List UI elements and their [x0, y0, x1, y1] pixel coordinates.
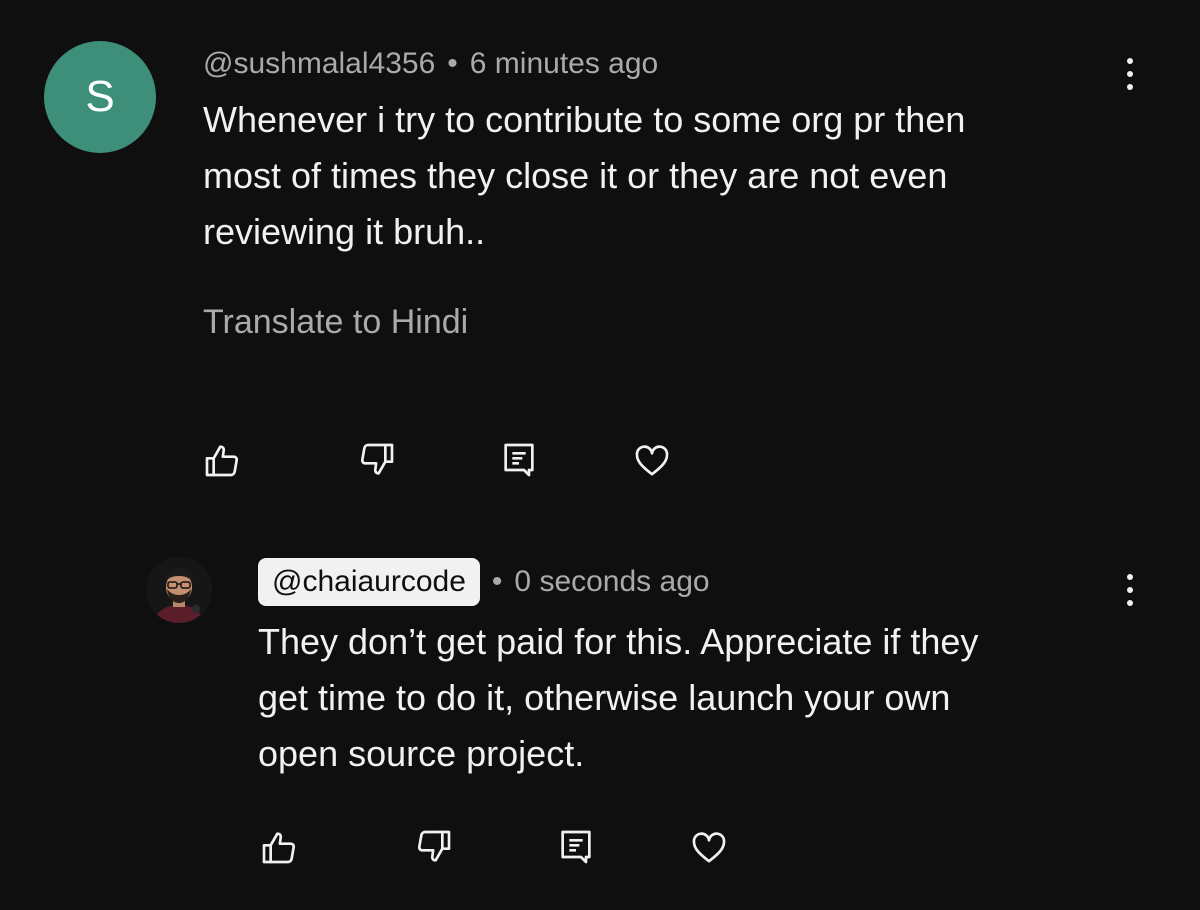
more-vert-icon[interactable] — [1120, 574, 1140, 606]
thumbs-down-icon — [417, 830, 451, 862]
like-button[interactable] — [200, 438, 244, 482]
more-vert-icon[interactable] — [1120, 58, 1140, 90]
thumbs-up-icon — [262, 832, 296, 864]
thumbs-down-icon — [360, 443, 394, 475]
comment-thread: S @sushmalal4356 • 6 minutes ago Wheneve… — [0, 0, 1200, 500]
avatar[interactable] — [146, 557, 212, 623]
translate-button[interactable]: Translate to Hindi — [203, 303, 468, 342]
reply-button[interactable] — [497, 438, 541, 482]
reply-timestamp[interactable]: 0 seconds ago — [514, 565, 709, 599]
channel-author-chip[interactable]: @chaiaurcode — [258, 558, 480, 606]
heart-icon — [635, 445, 669, 476]
comment-meta: @sushmalal4356 • 6 minutes ago — [203, 44, 658, 84]
comment-author[interactable]: @sushmalal4356 — [203, 47, 435, 81]
reply-text: They don’t get paid for this. Appreciate… — [258, 621, 979, 774]
reply-comment-icon — [561, 830, 591, 864]
reply-meta: @chaiaurcode • 0 seconds ago — [258, 558, 710, 606]
dislike-button[interactable] — [412, 825, 456, 869]
comment-actions — [200, 438, 700, 482]
reply-actions — [257, 825, 757, 869]
reply-button[interactable] — [554, 825, 598, 869]
like-button[interactable] — [257, 825, 301, 869]
meta-separator: • — [491, 565, 503, 598]
heart-icon — [692, 832, 726, 863]
avatar-letter: S — [85, 72, 115, 121]
comment-text: Whenever i try to contribute to some org… — [203, 99, 966, 252]
heart-button[interactable] — [630, 438, 674, 482]
comment-timestamp[interactable]: 6 minutes ago — [470, 47, 658, 81]
channel-avatar-icon — [146, 557, 212, 623]
dislike-button[interactable] — [355, 438, 399, 482]
avatar[interactable]: S — [44, 41, 156, 153]
reply-comment-icon — [504, 443, 534, 477]
thumbs-up-icon — [205, 445, 239, 477]
heart-button[interactable] — [687, 825, 731, 869]
meta-separator: • — [447, 47, 458, 80]
